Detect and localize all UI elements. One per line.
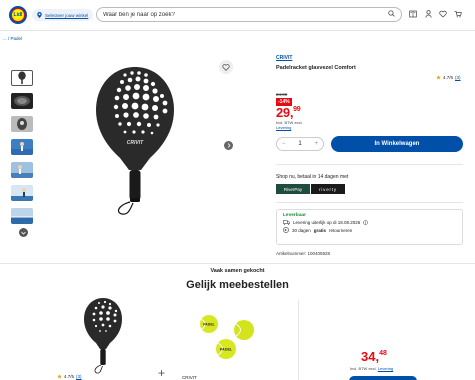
bundle-price-decimal: 48 — [379, 350, 387, 357]
bundle-second-brand[interactable]: CRIVIT — [182, 375, 197, 380]
return-icon — [283, 227, 289, 233]
thumbnail-list — [11, 70, 34, 231]
header: Lidl Selecteer jouw winkel — [0, 0, 475, 30]
product-rating[interactable]: 4.7/5 (3) — [436, 75, 461, 80]
quantity-minus-button[interactable]: − — [282, 141, 286, 147]
favorites-icon[interactable] — [439, 9, 447, 19]
riverty-pay-logo: RiverPay — [276, 184, 310, 194]
delivery-date-row: Levering uiterlijk op di 18.08.2026 — [283, 220, 456, 225]
heart-icon — [222, 63, 230, 71]
bundle-rating[interactable]: 4.7/5 (3) — [57, 374, 82, 379]
padel-balls-image: PADEL PADEL — [200, 315, 254, 359]
old-price: 34,99 — [276, 92, 288, 97]
product-title: Padelracket glasvezel Comfort — [276, 65, 356, 71]
bundle-plus-sign: + — [158, 366, 166, 380]
thumbnail-lifestyle-net[interactable] — [11, 208, 33, 224]
breadcrumb: ... / Padel — [3, 36, 22, 41]
header-divider — [0, 30, 475, 31]
thumbnail-paddle-closeup[interactable] — [11, 116, 33, 132]
main-product-image: CRIVIT — [95, 66, 175, 216]
star-icon — [436, 75, 441, 80]
truck-icon — [283, 220, 290, 225]
bundle-paddle-image[interactable] — [83, 297, 123, 375]
bundle-balls-image[interactable]: PADEL PADEL — [196, 312, 260, 360]
padel-racket-image: CRIVIT — [96, 67, 174, 215]
riverty-logo: riverty — [311, 184, 345, 194]
bundle-title: Gelijk meebestellen — [186, 279, 289, 291]
breadcrumb-prefix[interactable]: ... / — [3, 36, 9, 41]
returns-suffix: retourneren — [329, 227, 353, 233]
bundle-vat-text: Incl. BTW excl. — [350, 366, 377, 371]
thumbnail-lifestyle-match[interactable] — [11, 185, 33, 201]
article-number: Artikelnummer: 100405928 — [276, 251, 331, 256]
section-divider — [276, 202, 463, 203]
bundle-price: 34,48 — [361, 349, 387, 364]
bundle-delivery-link[interactable]: Levering — [378, 366, 393, 371]
select-store-button[interactable]: Selecteer jouw winkel — [32, 9, 94, 21]
bundle-add-to-cart-button[interactable] — [349, 376, 417, 380]
search-input[interactable] — [103, 11, 388, 18]
info-icon — [363, 220, 369, 225]
tennis-ball-2 — [234, 320, 254, 340]
header-icons — [409, 9, 462, 19]
returns-prefix: 30 dagen — [292, 227, 311, 233]
rating-count[interactable]: (3) — [455, 75, 461, 80]
quantity-stepper[interactable]: − 1 + — [276, 137, 324, 151]
search-bar[interactable] — [96, 7, 402, 22]
quantity-value[interactable]: 1 — [298, 141, 301, 147]
returns-free: gratis — [313, 227, 327, 233]
paddle-brand-text: CRIVIT — [127, 140, 144, 146]
next-image-button[interactable] — [224, 141, 233, 150]
add-to-cart-button[interactable]: In Winkelwagen — [331, 136, 463, 152]
cart-icon[interactable] — [454, 9, 462, 19]
often-bought-heading: Vaak samen gekocht — [210, 268, 265, 274]
rating-value: 4.7/5 — [443, 75, 454, 80]
delivery-info-box: Leverbaar Levering uiterlijk op di 18.08… — [276, 209, 463, 245]
tennis-ball-1: PADEL — [200, 315, 218, 333]
delivery-date-text: Levering uiterlijk op di 18.08.2026 — [293, 220, 361, 225]
thumbnail-lifestyle-player[interactable] — [11, 162, 33, 178]
price-integer: 29, — [276, 105, 294, 120]
returns-row: 30 dagen gratis retourneren — [283, 227, 456, 233]
delivery-costs-link[interactable]: Levering — [276, 125, 303, 130]
bundle-price-integer: 34, — [361, 349, 380, 364]
current-price: 29,99 — [276, 105, 301, 120]
padel-racket-small-image — [84, 298, 122, 374]
price-decimal: 99 — [293, 106, 301, 113]
bundle-vat-note: Incl. BTW excl. Levering — [350, 366, 393, 371]
add-to-favorites-button[interactable] — [219, 60, 233, 74]
ball-text: PADEL — [220, 348, 233, 352]
chevron-right-icon — [227, 143, 231, 148]
thumbnail-paddle-front[interactable] — [11, 70, 33, 86]
tennis-ball-3: PADEL — [216, 339, 236, 359]
bundle-divider — [298, 300, 299, 380]
logo-text: Lidl — [11, 8, 25, 22]
quantity-plus-button[interactable]: + — [314, 141, 318, 147]
location-pin-icon — [37, 11, 42, 19]
select-store-label: Selecteer jouw winkel — [45, 12, 89, 18]
thumbnail-lifestyle-court[interactable] — [11, 139, 33, 155]
lidl-logo[interactable]: Lidl — [9, 6, 27, 24]
bundle-rating-value: 4.7/5 — [64, 374, 75, 379]
vat-note: Incl. BTW excl. Levering — [276, 120, 303, 130]
bundle-rating-count[interactable]: (3) — [76, 374, 82, 379]
thumbnail-scroll-down-button[interactable] — [19, 228, 28, 237]
availability-status: Leverbaar — [283, 213, 306, 218]
thumbnail-paddle-detail[interactable] — [11, 93, 33, 109]
section-divider — [0, 263, 475, 264]
section-divider — [276, 164, 463, 165]
star-icon — [57, 374, 62, 379]
leaflet-icon[interactable] — [409, 9, 417, 19]
account-icon[interactable] — [424, 9, 432, 19]
payment-title: Shop nu, betaal in 14 dagen met — [276, 174, 349, 180]
ball-text: PADEL — [203, 323, 215, 327]
product-brand-link[interactable]: CRIVIT — [276, 55, 292, 61]
search-icon[interactable] — [388, 10, 395, 19]
chevron-down-icon — [21, 231, 26, 235]
breadcrumb-current[interactable]: Padel — [11, 36, 23, 41]
